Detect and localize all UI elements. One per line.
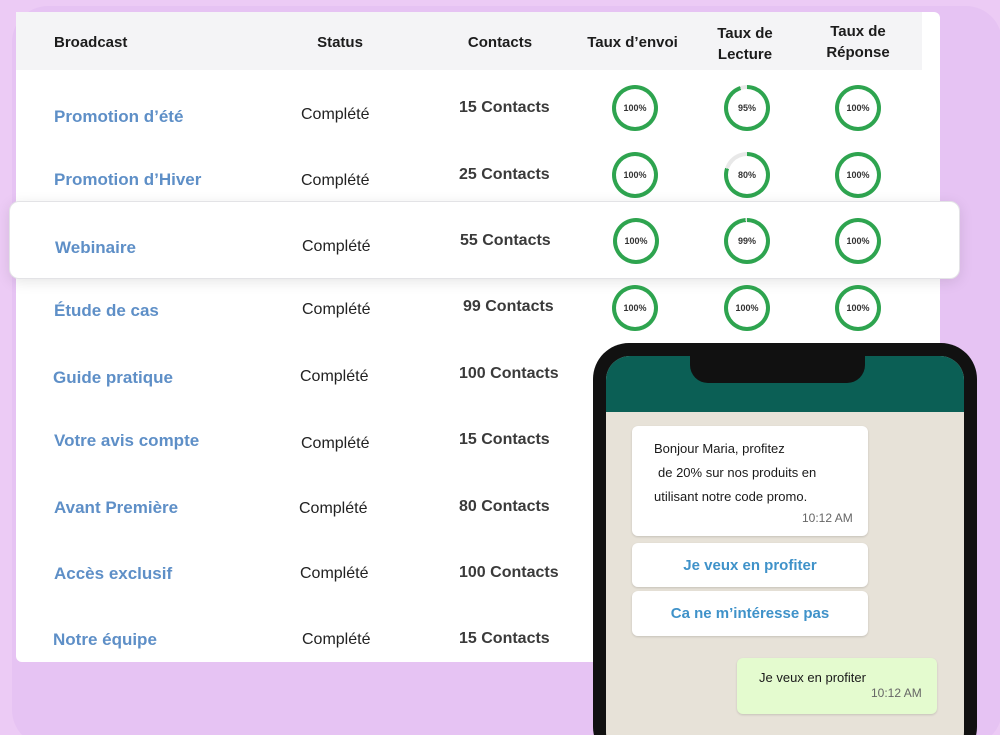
read-rate-value: 80% [737, 170, 756, 180]
broadcast-name[interactable]: Étude de cas [54, 301, 159, 321]
contacts-count: 80 Contacts [459, 498, 550, 515]
outgoing-text: Je veux en profiter [759, 670, 866, 685]
send-rate-value: 100% [623, 170, 647, 180]
message-time: 10:12 AM [802, 511, 853, 525]
broadcast-name[interactable]: Webinaire [55, 238, 136, 258]
contacts-count: 15 Contacts [459, 630, 550, 647]
read-rate-ring: 80% [724, 152, 770, 198]
status-text: Complété [301, 435, 370, 452]
message-line-3: utilisant notre code promo. [654, 489, 808, 504]
header-reply-rate-line1: Taux de [830, 23, 886, 40]
status-text: Complété [300, 565, 369, 582]
read-rate-ring: 95% [724, 85, 770, 131]
status-text: Complété [299, 500, 368, 517]
send-rate-value: 100% [623, 303, 647, 313]
status-text: Complété [300, 368, 369, 385]
quick-reply-yes-button[interactable]: Je veux en profiter [632, 543, 868, 587]
outgoing-message: Je veux en profiter 10:12 AM [737, 658, 937, 714]
broadcast-name[interactable]: Promotion d’été [54, 107, 183, 127]
reply-rate-ring: 100% [835, 218, 881, 264]
header-read-rate: Taux de Lecture [705, 23, 785, 65]
message-line-1: Bonjour Maria, profitez [654, 441, 785, 456]
contacts-count: 55 Contacts [460, 232, 551, 249]
contacts-count: 25 Contacts [459, 166, 550, 183]
reply-rate-value: 100% [846, 103, 870, 113]
reply-rate-value: 100% [846, 303, 870, 313]
incoming-message: Bonjour Maria, profitez de 20% sur nos p… [632, 426, 868, 536]
message-line-2: de 20% sur nos produits en [658, 465, 817, 480]
reply-rate-ring: 100% [835, 85, 881, 131]
header-broadcast: Broadcast [54, 34, 128, 51]
status-text: Complété [301, 106, 370, 123]
table-row[interactable]: Promotion d’été Complété 15 Contacts 100… [0, 84, 1000, 144]
header-send-rate: Taux d’envoi [587, 34, 678, 51]
outgoing-time: 10:12 AM [871, 686, 922, 700]
read-rate-ring: 99% [724, 218, 770, 264]
contacts-count: 99 Contacts [463, 298, 554, 315]
phone-notch [690, 345, 865, 383]
header-read-rate-line1: Taux de [717, 25, 773, 42]
header-status: Status [317, 34, 363, 51]
reply-rate-value: 100% [846, 236, 870, 246]
send-rate-ring: 100% [613, 218, 659, 264]
send-rate-ring: 100% [612, 285, 658, 331]
read-rate-ring: 100% [724, 285, 770, 331]
contacts-count: 15 Contacts [459, 99, 550, 116]
header-contacts: Contacts [467, 34, 533, 51]
send-rate-ring: 100% [612, 152, 658, 198]
broadcast-name[interactable]: Guide pratique [53, 368, 173, 388]
send-rate-value: 100% [624, 236, 648, 246]
contacts-count: 100 Contacts [459, 365, 559, 382]
status-text: Complété [302, 238, 371, 255]
read-rate-value: 99% [737, 236, 756, 246]
read-rate-value: 100% [735, 303, 759, 313]
broadcast-name[interactable]: Promotion d’Hiver [54, 170, 201, 190]
broadcast-name[interactable]: Accès exclusif [54, 564, 172, 584]
header-reply-rate: Taux de Réponse [818, 21, 898, 63]
header-read-rate-line2: Lecture [717, 46, 773, 63]
read-rate-value: 95% [737, 103, 756, 113]
reply-rate-ring: 100% [835, 285, 881, 331]
reply-rate-ring: 100% [835, 152, 881, 198]
status-text: Complété [302, 301, 371, 318]
send-rate-value: 100% [623, 103, 647, 113]
contacts-count: 100 Contacts [459, 564, 559, 581]
status-text: Complété [302, 631, 371, 648]
status-text: Complété [301, 172, 370, 189]
reply-rate-value: 100% [846, 170, 870, 180]
broadcast-name[interactable]: Avant Première [54, 498, 178, 518]
send-rate-ring: 100% [612, 85, 658, 131]
header-reply-rate-line2: Réponse [826, 44, 890, 61]
table-row-highlighted[interactable]: Webinaire Complété 55 Contacts 100% 99% … [9, 201, 960, 279]
broadcast-name[interactable]: Notre équipe [53, 630, 157, 650]
table-row[interactable]: Étude de cas Complété 99 Contacts 100% 1… [0, 284, 1000, 344]
quick-reply-no-button[interactable]: Ca ne m’intéresse pas [632, 591, 868, 636]
broadcast-name[interactable]: Votre avis compte [54, 431, 199, 451]
contacts-count: 15 Contacts [459, 431, 550, 448]
